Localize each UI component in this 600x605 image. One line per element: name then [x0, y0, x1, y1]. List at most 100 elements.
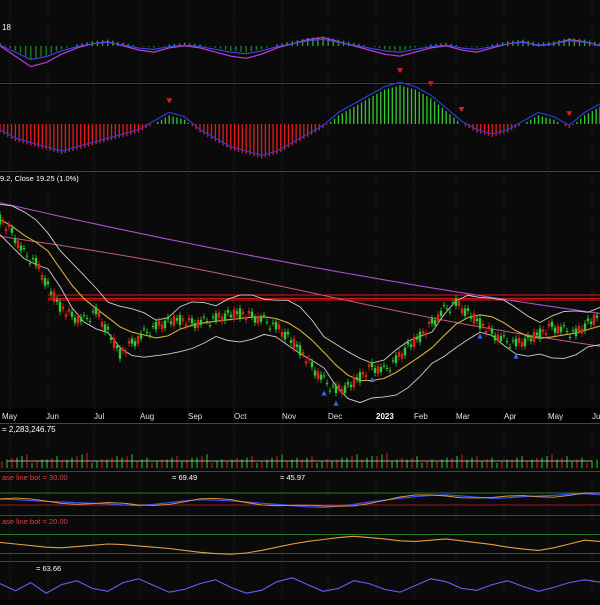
candle-body	[25, 255, 29, 257]
candle-body	[283, 331, 287, 340]
candle-body	[277, 324, 281, 330]
candle-body	[58, 301, 62, 312]
x-tick-label: Sep	[188, 412, 203, 421]
candle-body	[367, 364, 371, 368]
x-tick-label: Feb	[414, 412, 428, 421]
candle-body	[181, 318, 185, 321]
candle-body	[322, 375, 326, 377]
candle-body	[253, 317, 257, 323]
candle-body	[298, 345, 302, 356]
candle-body	[448, 311, 452, 313]
candle-body	[328, 390, 332, 392]
candle-body	[544, 332, 548, 336]
candle-body	[523, 338, 527, 347]
candle-body	[445, 308, 449, 310]
candle-body	[577, 326, 581, 332]
candle-body	[556, 326, 560, 334]
candle-body	[4, 228, 8, 232]
candle-body	[43, 278, 47, 286]
candle-body	[490, 328, 494, 334]
candle-body	[163, 320, 167, 329]
candle-body	[529, 338, 533, 342]
candle-body	[196, 320, 200, 328]
candle-body	[175, 318, 179, 321]
osc1-header: 18	[2, 23, 11, 32]
candle-body	[520, 341, 524, 347]
candle-body	[112, 337, 116, 348]
candle-body	[562, 325, 566, 327]
candle-body	[355, 377, 359, 380]
candle-body	[475, 318, 479, 321]
candle-body	[52, 291, 56, 302]
candle-body	[547, 323, 551, 327]
candle-body	[130, 338, 134, 344]
candle-body	[535, 332, 539, 336]
candle-body	[250, 311, 254, 317]
candle-body	[307, 357, 311, 361]
candle-body	[481, 323, 485, 327]
candle-body	[1, 220, 5, 223]
candle-body	[409, 344, 413, 347]
candle-body	[100, 321, 104, 327]
candle-body	[274, 321, 278, 330]
candle-body	[145, 331, 149, 333]
candle-body	[313, 370, 317, 376]
candle-body	[256, 315, 260, 324]
x-tick-label: Jul	[94, 412, 104, 421]
panel-oscillator-3	[0, 516, 600, 562]
volume-header: = 2,283,246.75	[2, 425, 56, 434]
chart-window: 18 9.2, Close 19.25 (1.0%) = 2,283,246.7…	[0, 0, 600, 600]
osc2-header-right: = 45.97	[280, 473, 305, 482]
candle-body	[511, 340, 515, 342]
candle-body	[205, 320, 209, 322]
candle-body	[31, 258, 35, 260]
candle-body	[439, 310, 443, 316]
candle-body	[514, 338, 518, 347]
candle-body	[358, 372, 362, 383]
candle-body	[94, 306, 98, 315]
candle-body	[400, 353, 404, 359]
candle-body	[496, 334, 500, 342]
candle-body	[550, 321, 554, 327]
candle-body	[265, 321, 269, 323]
candle-body	[331, 385, 335, 387]
candle-body	[184, 324, 188, 327]
candle-body	[433, 320, 437, 326]
candle-body	[589, 321, 593, 325]
candle-body	[499, 336, 503, 342]
legend-close: 9.2, Close 19.25 (1.0%)	[0, 174, 79, 183]
candle-body	[103, 324, 107, 332]
candle-body	[391, 360, 395, 362]
candle-body	[463, 308, 467, 316]
panel-oscillator-1	[0, 0, 600, 82]
price-legend: 9.2, Close 19.25 (1.0%)	[0, 174, 79, 183]
candle-body	[592, 314, 596, 325]
candle-body	[382, 365, 386, 367]
candle-body	[301, 352, 305, 355]
candle-body	[148, 335, 152, 337]
candle-body	[91, 311, 95, 313]
candle-body	[430, 318, 434, 324]
candle-body	[67, 309, 71, 312]
candle-body	[34, 258, 38, 266]
candle-body	[493, 335, 497, 341]
candle-body	[229, 314, 233, 318]
candle-body	[421, 331, 425, 334]
candle-body	[157, 320, 161, 326]
candle-body	[190, 318, 194, 324]
osc4-header-left: = 63.66	[36, 564, 61, 573]
candle-body	[406, 341, 410, 345]
candle-body	[76, 315, 80, 324]
candle-body	[364, 374, 368, 378]
x-tick-label: 2023	[376, 412, 394, 421]
candle-body	[187, 317, 191, 321]
candle-body	[373, 367, 377, 373]
candle-body	[412, 336, 416, 347]
candle-body	[310, 362, 314, 368]
candle-body	[289, 340, 293, 343]
candle-body	[40, 274, 44, 280]
stock-chart: 18 9.2, Close 19.25 (1.0%) = 2,283,246.7…	[0, 0, 600, 600]
candle-body	[568, 336, 572, 338]
candle-body	[502, 335, 506, 337]
candle-body	[241, 311, 245, 315]
